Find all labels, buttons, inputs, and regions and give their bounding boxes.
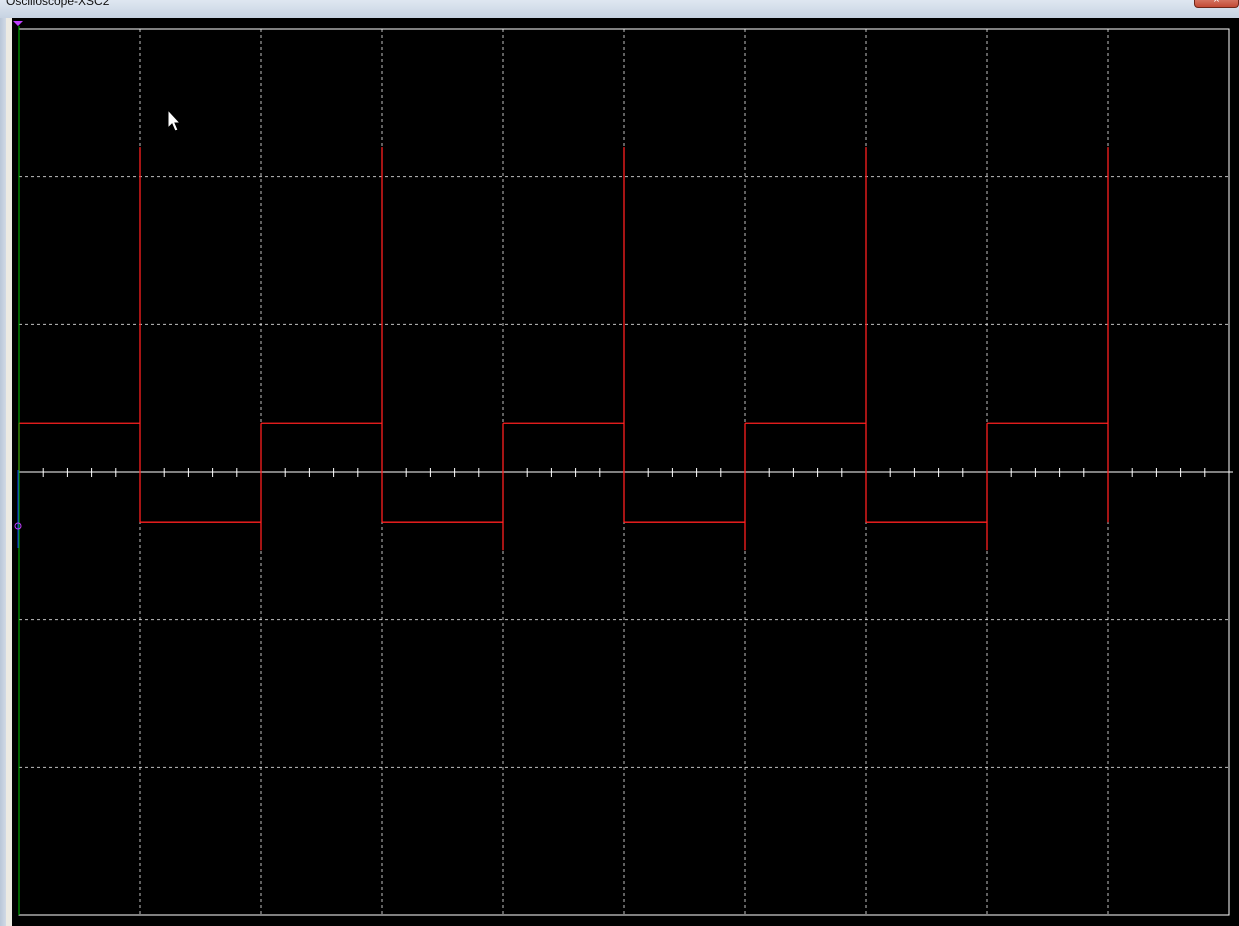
close-icon: ×	[1213, 0, 1220, 6]
channel-a-trace	[18, 147, 1109, 551]
scope-display	[13, 21, 1233, 916]
center-axis	[18, 462, 1233, 484]
window-title: Oscilloscope-XSC2	[6, 0, 110, 8]
trigger-marker-icon	[13, 21, 23, 26]
mouse-cursor-icon	[167, 108, 182, 132]
scope-screen[interactable]	[12, 18, 1239, 926]
title-bar[interactable]: Oscilloscope-XSC2 ×	[0, 0, 1239, 18]
close-button[interactable]: ×	[1194, 0, 1239, 8]
